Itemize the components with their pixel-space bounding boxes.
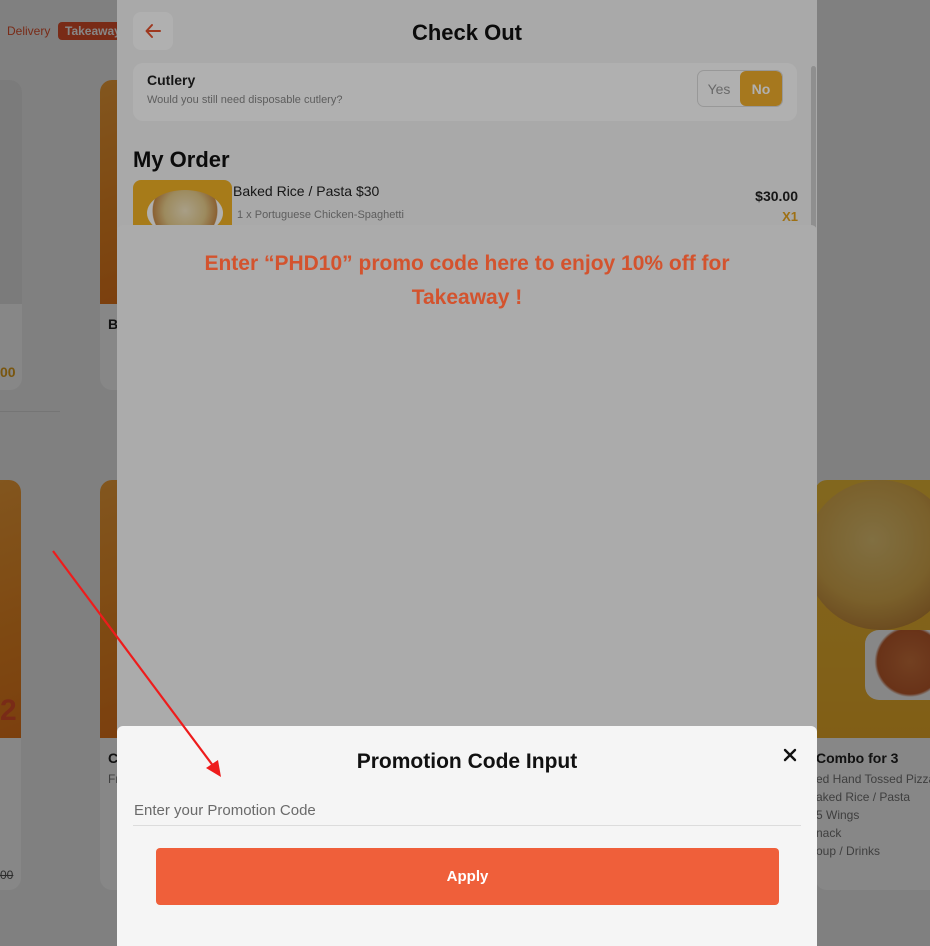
promo-banner-text: Enter “PHD10” promo code here to enjoy 1… xyxy=(204,252,730,309)
close-icon xyxy=(783,748,797,762)
apply-button[interactable]: Apply xyxy=(156,848,779,905)
promotion-code-input[interactable] xyxy=(133,796,801,826)
promotion-code-modal: Promotion Code Input Apply xyxy=(117,726,817,946)
modal-title: Promotion Code Input xyxy=(356,750,578,773)
close-button[interactable] xyxy=(779,744,801,766)
promo-banner-panel: Enter “PHD10” promo code here to enjoy 1… xyxy=(117,225,817,745)
